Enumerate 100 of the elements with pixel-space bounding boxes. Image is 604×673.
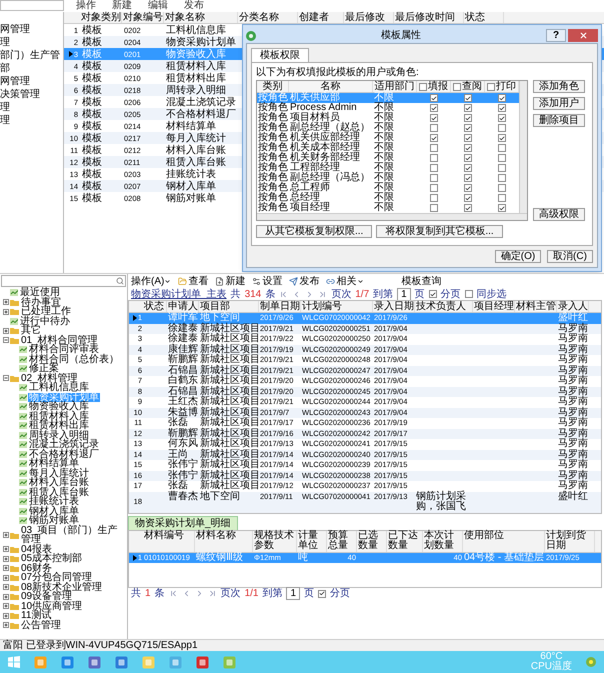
tree-item[interactable]: 物资验收入库 (28, 402, 90, 412)
table-row[interactable]: 按角色 Process Admin 不限 (257, 103, 519, 113)
checkbox[interactable] (430, 204, 438, 212)
checkbox[interactable] (430, 124, 438, 132)
checkbox[interactable] (430, 194, 438, 202)
first-page-icon[interactable] (168, 589, 178, 598)
tree-item[interactable]: 工料机信息库 (28, 383, 90, 392)
dialog-button[interactable]: 添加角色 (533, 80, 585, 93)
column-header[interactable]: 最后修改时间 (394, 12, 464, 23)
expand-icon[interactable] (2, 556, 8, 562)
checkbox[interactable] (430, 174, 438, 182)
column-header[interactable]: 材料编号 (144, 530, 193, 541)
first-page-icon[interactable] (279, 290, 288, 298)
last-page-icon[interactable] (208, 589, 217, 598)
column-header[interactable]: 已下达数量 (388, 530, 421, 552)
checkbox[interactable] (318, 590, 326, 598)
search-field[interactable] (0, 0, 64, 11)
toolbar-button[interactable]: 新建 (215, 276, 246, 286)
column-header[interactable]: 计划编号 (301, 301, 373, 312)
column-header[interactable]: 创建者 (298, 12, 344, 23)
taskbar-app-icon[interactable] (196, 656, 209, 668)
checkbox[interactable] (430, 144, 438, 152)
tray-app-icon[interactable] (586, 657, 596, 667)
checkbox[interactable] (464, 94, 472, 102)
checkbox[interactable] (498, 184, 506, 192)
column-header[interactable]: 填报 (428, 81, 448, 92)
toolbar-button[interactable]: 设置 (252, 276, 282, 286)
table-row[interactable]: 按角色 总经理 不限 (257, 193, 519, 203)
checkbox[interactable] (430, 114, 438, 122)
checkbox[interactable] (430, 134, 438, 142)
column-header[interactable]: 技术负责人 (415, 301, 473, 312)
toolbar-button[interactable]: 相关 (326, 276, 364, 286)
column-header[interactable]: 录入日期 (373, 301, 415, 312)
column-header[interactable]: 材料主管 (515, 301, 557, 312)
table-row[interactable]: 按角色 工程部经理 不限 (257, 163, 519, 173)
checkbox[interactable] (430, 104, 438, 112)
toolbar-button[interactable]: 操作 (76, 0, 96, 12)
search-field[interactable] (1, 275, 126, 287)
toolbar-button[interactable]: 发布 (289, 276, 320, 286)
tree-item[interactable]: 混凝土浇筑记录 (28, 440, 100, 450)
column-header[interactable]: 名称 (289, 81, 373, 92)
table-row[interactable]: 按角色 机关供应部经理 不限 (257, 133, 519, 143)
column-header[interactable]: 使用部位 (464, 530, 543, 541)
tree-item[interactable]: 最近使用 (19, 288, 61, 298)
tree-item[interactable]: 其它 (20, 326, 42, 336)
taskbar-app-icon[interactable] (61, 656, 74, 668)
taskbar-app-icon[interactable] (88, 656, 101, 668)
checkbox[interactable] (430, 184, 438, 192)
tree-item[interactable]: 修正案 (28, 364, 60, 374)
column-header[interactable]: 最后修改 (344, 12, 394, 23)
checkbox[interactable] (498, 174, 506, 182)
tree-item[interactable]: 租赁材料入库 (28, 412, 90, 421)
table-row[interactable]: 按角色 副总经理（冯总） 不限 (257, 173, 519, 183)
column-header[interactable]: 查阅 (462, 81, 482, 92)
ok-button[interactable]: 确定(O) (495, 250, 541, 263)
column-header[interactable]: 已选数量 (358, 530, 385, 552)
expand-icon[interactable] (2, 328, 8, 334)
checkbox[interactable] (498, 114, 506, 122)
column-header[interactable]: 本次计划数量 (424, 530, 461, 552)
tree-item[interactable]: 材料合同（总价表） (28, 354, 120, 364)
checkbox[interactable] (487, 82, 495, 90)
column-header[interactable]: 规格技术参数 (254, 530, 295, 552)
checkbox[interactable] (498, 194, 506, 202)
dialog-button[interactable]: 删除项目 (533, 114, 585, 127)
column-header[interactable]: 计划到货日期 (546, 530, 593, 552)
tree-item[interactable]: 钢材入库单 (28, 506, 80, 516)
copy-permission-button[interactable]: 从其它模板复制权限... (256, 225, 372, 238)
tab[interactable]: 物资采购计划单_明细 (128, 516, 238, 530)
cancel-button[interactable]: 取消(C) (547, 250, 593, 263)
checkbox[interactable] (464, 144, 472, 152)
vertical-scrollbar[interactable] (519, 81, 527, 213)
tree-item[interactable]: 材料合同评审表 (28, 345, 100, 354)
taskbar-app-icon[interactable] (169, 656, 182, 668)
tree-item[interactable]: 钢筋对账单 (28, 516, 80, 526)
tree-item[interactable]: 网管理 (0, 24, 63, 35)
tree-item[interactable]: 周转录入明细 (28, 430, 90, 440)
column-header[interactable]: 材料名称 (196, 530, 251, 541)
column-header[interactable]: 对象编号 (122, 12, 164, 23)
checkbox[interactable] (430, 154, 438, 162)
column-header[interactable]: 计量单位 (298, 530, 325, 552)
tree-item[interactable]: 10供应商管理 (20, 602, 84, 611)
toolbar-button[interactable]: 查看 (178, 276, 208, 286)
column-header[interactable]: 分类名称 (238, 12, 298, 23)
table-row[interactable]: 按角色 副总经理（赵总） 不限 (257, 123, 519, 133)
taskbar-app-icon[interactable] (115, 656, 128, 668)
tree-item[interactable]: 材料入库台账 (28, 478, 90, 488)
tree-item[interactable]: 01_材料合同管理 (20, 336, 99, 345)
checkbox[interactable] (498, 94, 506, 102)
tree-item[interactable]: 部门）生产管 (0, 50, 63, 61)
tree-item[interactable]: 03_项目（部门）生产管理 (20, 526, 127, 544)
close-button[interactable] (568, 29, 598, 42)
tree-item[interactable]: 进行中待办 (19, 316, 71, 326)
expand-icon[interactable] (2, 594, 8, 600)
checkbox[interactable] (430, 94, 438, 102)
column-header[interactable]: 申请人 (167, 301, 199, 312)
last-page-icon[interactable] (318, 290, 328, 298)
checkbox[interactable] (498, 124, 506, 132)
tree-item[interactable]: 决策管理 (0, 89, 63, 100)
expand-icon[interactable] (2, 622, 8, 628)
tree-item[interactable]: 09设备管理 (20, 592, 74, 602)
